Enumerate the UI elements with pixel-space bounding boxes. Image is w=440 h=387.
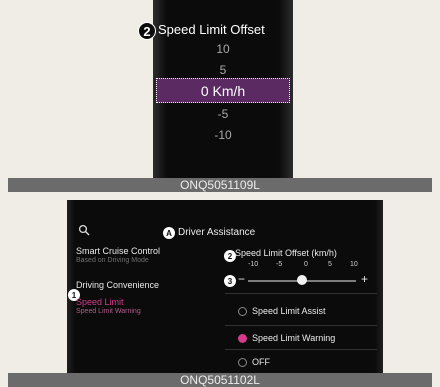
offset-slider-thumb[interactable] — [297, 275, 307, 285]
menu-item-smart-cruise-control[interactable]: Smart Cruise Control Based on Driving Mo… — [72, 246, 218, 270]
picker-value-5[interactable]: 5 — [153, 63, 293, 77]
option-divider — [225, 349, 377, 350]
figure-caption-top: ONQ5051109L — [8, 178, 432, 192]
menu-item-sublabel: Speed Limit Warning — [76, 308, 141, 315]
speed-limit-offset-title: Speed Limit Offset — [158, 22, 265, 37]
option-label: Speed Limit Assist — [252, 306, 326, 316]
screen-edge-left — [67, 200, 75, 374]
picker-value-minus-10[interactable]: -10 — [153, 128, 293, 142]
scale-tick-label: -10 — [248, 261, 259, 268]
figure-caption-bottom: ONQ5051102L — [8, 373, 432, 387]
radio-button[interactable] — [238, 307, 247, 316]
picker-value-10[interactable]: 10 — [153, 42, 293, 56]
header-title: Driver Assistance — [178, 227, 256, 238]
menu-item-sublabel: Based on Driving Mode — [76, 257, 149, 264]
option-speed-limit-warning[interactable]: Speed Limit Warning — [238, 332, 378, 346]
radio-button-selected[interactable] — [238, 334, 247, 343]
option-label: OFF — [252, 357, 270, 367]
callout-2-marker: 2 — [138, 22, 156, 40]
option-divider — [225, 325, 377, 326]
menu-item-driving-convenience[interactable]: Driving Convenience — [76, 280, 159, 290]
menu-item-label: Smart Cruise Control — [76, 246, 161, 256]
callout-a-marker: A — [163, 227, 175, 239]
picker-selected-value[interactable]: 0 Km/h — [156, 78, 290, 103]
scale-tick-label: -5 — [276, 261, 283, 268]
speed-limit-offset-label: Speed Limit Offset (km/h) — [235, 248, 337, 258]
screen-edge-right — [375, 200, 383, 374]
picker-value-minus-5[interactable]: -5 — [153, 107, 293, 121]
slider-decrease-button[interactable]: − — [238, 272, 245, 286]
option-off[interactable]: OFF — [238, 356, 378, 370]
callout-3-marker: 3 — [224, 275, 236, 287]
scale-tick-label: 10 — [350, 261, 358, 268]
scale-tick-label: 5 — [328, 261, 332, 268]
menu-item-speed-limit[interactable]: Speed Limit Speed Limit Warning — [72, 297, 218, 323]
slider-increase-button[interactable]: + — [361, 272, 368, 286]
search-icon[interactable] — [78, 223, 90, 236]
option-speed-limit-assist[interactable]: Speed Limit Assist — [238, 305, 378, 319]
option-label: Speed Limit Warning — [252, 333, 336, 343]
radio-button[interactable] — [238, 358, 247, 367]
section-divider — [225, 293, 377, 294]
menu-item-label: Speed Limit — [76, 297, 124, 307]
scale-tick-label: 0 — [304, 261, 308, 268]
